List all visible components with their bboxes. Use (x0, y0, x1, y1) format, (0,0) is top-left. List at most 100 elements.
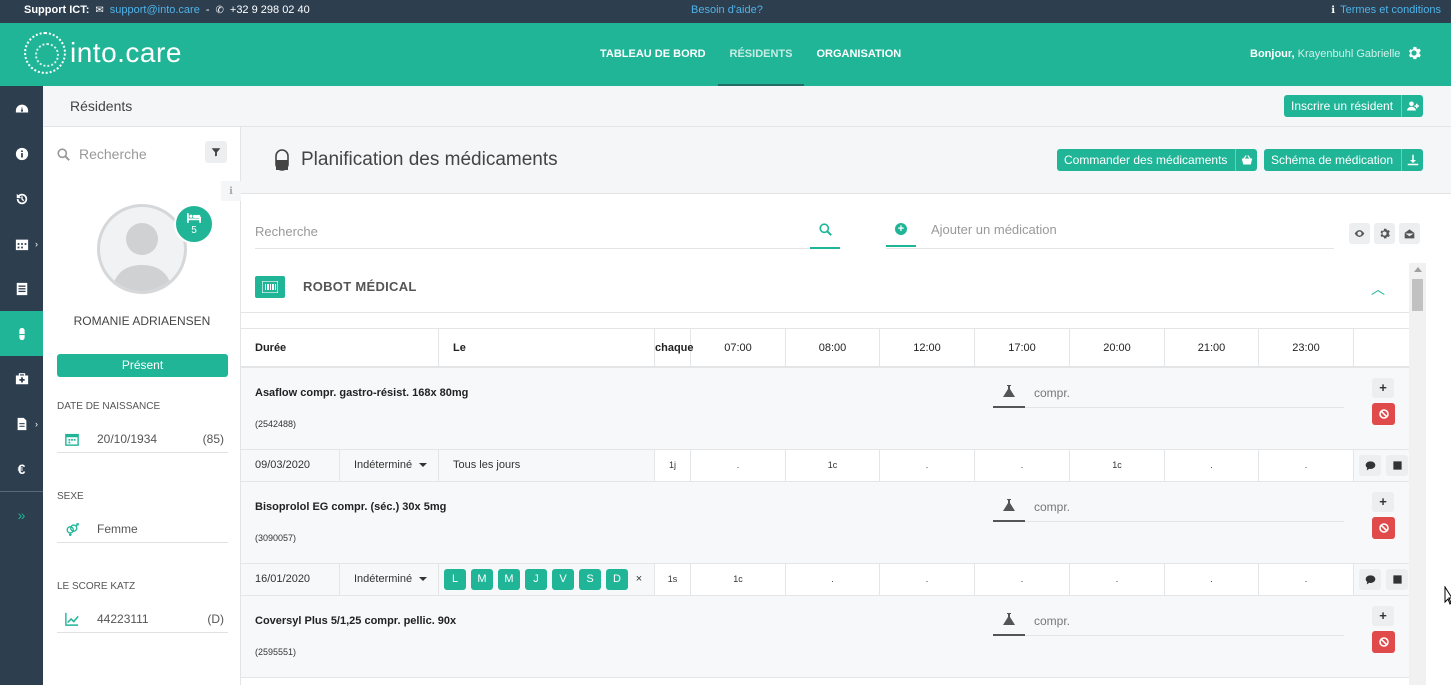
dose-cell[interactable]: . (880, 450, 975, 481)
stop-button[interactable] (1386, 569, 1408, 590)
scrollbar[interactable] (1409, 263, 1426, 685)
flask-icon[interactable] (993, 382, 1025, 408)
katz-value: 44223111 (97, 611, 149, 626)
dose-cell[interactable]: . (1165, 450, 1259, 481)
resident-search-placeholder: Recherche (79, 146, 147, 162)
dose-cell[interactable]: . (975, 564, 1070, 595)
breadcrumb-title: Résidents (70, 98, 133, 114)
col-time: 23:00 (1259, 329, 1354, 367)
dose-cell[interactable]: . (691, 450, 786, 481)
add-dose-button[interactable]: + (1372, 492, 1394, 512)
order-medication-button[interactable]: Commander des médicaments (1057, 149, 1258, 171)
day-toggle[interactable]: M (498, 569, 520, 590)
filter-button[interactable] (205, 141, 227, 163)
nav-dashboard[interactable]: TABLEAU DE BORD (588, 23, 718, 86)
dose-cell[interactable]: . (1165, 564, 1259, 595)
duration-select[interactable]: Indéterminé (340, 564, 439, 595)
section-header[interactable]: ROBOT MÉDICAL ︿ (241, 263, 1409, 313)
dose-cell[interactable]: . (1259, 450, 1354, 481)
day-toggle[interactable]: L (444, 569, 466, 590)
duration-select[interactable]: Indéterminé (340, 450, 439, 481)
chevron-up-icon[interactable]: ︿ (1371, 279, 1385, 299)
sidebar-item-list[interactable] (0, 266, 43, 311)
view-button[interactable] (1349, 223, 1370, 244)
nav-organisation[interactable]: ORGANISATION (804, 23, 913, 86)
medication-schema-button[interactable]: Schéma de médication (1264, 149, 1424, 171)
stop-medication-button[interactable] (1372, 631, 1395, 653)
gear-icon (1380, 228, 1390, 239)
room-number: 5 (191, 224, 197, 236)
resident-search[interactable]: Recherche (57, 141, 227, 164)
nav-residents[interactable]: RÉSIDENTS (717, 23, 805, 86)
sidebar-item-dashboard[interactable] (0, 86, 43, 131)
flask-icon[interactable] (993, 610, 1025, 636)
sidebar-item-medkit[interactable] (0, 356, 43, 401)
sidebar-item-history[interactable] (0, 176, 43, 221)
stop-medication-button[interactable] (1372, 517, 1395, 539)
phone-icon: ✆ (215, 4, 224, 16)
scroll-up-arrow-icon[interactable] (1414, 267, 1422, 272)
start-date: 09/03/2020 (241, 450, 340, 481)
sidebar-item-info[interactable] (0, 131, 43, 176)
status-badge[interactable]: Présent (57, 354, 228, 377)
search-button[interactable] (810, 223, 840, 249)
sidebar-item-calendar[interactable]: › (0, 221, 43, 266)
add-medication-placeholder: Ajouter un médication (931, 222, 1057, 237)
medication-search-row: Recherche + Ajouter un médication (241, 217, 1451, 253)
logo[interactable]: into.care (24, 32, 182, 74)
day-toggle[interactable]: M (471, 569, 493, 590)
mail-button[interactable] (1399, 223, 1420, 244)
unit-field[interactable]: compr. (1025, 496, 1344, 522)
sidebar-item-medication[interactable] (0, 311, 43, 356)
user-plus-icon (1401, 95, 1423, 117)
add-button[interactable]: + (886, 220, 916, 247)
dose-cell[interactable]: 1c (1070, 450, 1165, 481)
barcode-icon (255, 276, 285, 298)
register-resident-button[interactable]: Inscrire un résident (1284, 95, 1424, 117)
sidebar-expand[interactable]: » (0, 492, 43, 537)
sidebar-item-documents[interactable]: › (0, 401, 43, 446)
unit-field[interactable]: compr. (1025, 382, 1344, 408)
scrollbar-thumb[interactable] (1412, 279, 1423, 311)
user-name: Krayenbuhl Gabrielle (1297, 48, 1401, 60)
view-tools (1349, 223, 1420, 244)
gear-icon[interactable] (1407, 46, 1421, 60)
dose-cell[interactable]: 1c (786, 450, 880, 481)
stop-medication-button[interactable] (1372, 403, 1395, 425)
dose-cell[interactable]: 1c (691, 564, 786, 595)
sidebar-item-finance[interactable]: € (0, 446, 43, 491)
day-toggle[interactable]: D (606, 569, 628, 590)
add-dose-button[interactable]: + (1372, 606, 1394, 626)
dose-cell[interactable]: . (1259, 564, 1354, 595)
help-link[interactable]: Besoin d'aide? (691, 4, 763, 16)
terms-link[interactable]: ℹ Termes et conditions (1331, 4, 1441, 16)
caret-down-icon (419, 463, 428, 468)
add-dose-button[interactable]: + (1372, 378, 1394, 398)
basket-icon (1235, 149, 1257, 171)
stop-button[interactable] (1386, 455, 1408, 476)
dose-cell[interactable]: . (786, 564, 880, 595)
dose-cell[interactable]: . (880, 564, 975, 595)
day-toggle[interactable]: S (579, 569, 601, 590)
unit-field[interactable]: compr. (1025, 610, 1344, 636)
dose-cell[interactable]: . (1070, 564, 1165, 595)
comment-button[interactable] (1359, 569, 1381, 590)
clear-days-button[interactable]: × (633, 569, 645, 590)
terms-label: Termes et conditions (1340, 4, 1441, 16)
day-toggle[interactable]: J (525, 569, 547, 590)
flask-icon[interactable] (993, 496, 1025, 522)
info-icon[interactable]: ℹ (221, 181, 241, 201)
duration-value: Indéterminé (354, 573, 413, 585)
search-icon (57, 147, 70, 161)
euro-icon: € (17, 460, 26, 477)
add-medication-input[interactable]: + Ajouter un médication (886, 217, 1334, 249)
support-email-link[interactable]: support@into.care (110, 4, 200, 16)
day-toggle[interactable]: V (552, 569, 574, 590)
medication-search-input[interactable]: Recherche (255, 217, 840, 249)
dose-cell[interactable]: . (975, 450, 1070, 481)
col-time: 07:00 (691, 329, 786, 367)
settings-button[interactable] (1374, 223, 1395, 244)
user-greeting[interactable]: Bonjour, Krayenbuhl Gabrielle (1250, 48, 1400, 60)
comment-button[interactable] (1359, 455, 1381, 476)
medication-code: (2542488) (255, 419, 297, 429)
